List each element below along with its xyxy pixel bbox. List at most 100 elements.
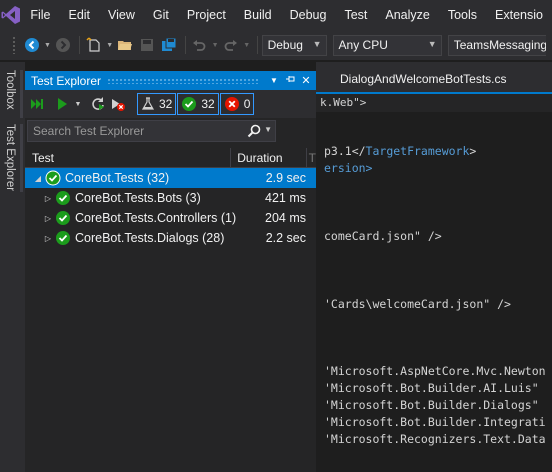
toolbar-separator [256, 36, 258, 54]
test-tree-row[interactable]: ◢ CoreBot.Tests (32) 2.9 sec [25, 168, 316, 188]
save-all-icon[interactable] [159, 35, 179, 55]
back-dropdown-icon[interactable]: ▼ [44, 35, 52, 55]
code-line[interactable]: 'Microsoft.Bot.Builder.Dialogs" [324, 398, 539, 412]
solution-configuration-dropdown[interactable]: Debug ▼ [261, 34, 327, 56]
test-tree: ◢ CoreBot.Tests (32) 2.9 sec ▷ CoreBot.T… [25, 168, 316, 248]
run-dropdown-icon[interactable]: ▼ [73, 94, 83, 114]
test-tree-row-duration: 2.9 sec [265, 171, 306, 185]
startup-project-dropdown[interactable]: TeamsMessaging [447, 34, 547, 56]
test-explorer-panel: Test Explorer ▼ ✕ ▼ 32 32 0 Search Test … [25, 71, 316, 472]
test-tree-row[interactable]: ▷ CoreBot.Tests.Dialogs (28) 2.2 sec [25, 228, 316, 248]
menu-build[interactable]: Build [235, 0, 281, 30]
menu-test[interactable]: Test [335, 0, 376, 30]
column-header-traits[interactable]: T [307, 151, 316, 165]
menu-bar: File Edit View Git Project Build Debug T… [0, 0, 552, 30]
solution-configuration-value: Debug [267, 38, 303, 52]
panel-title-bar[interactable]: Test Explorer ▼ ✕ [25, 71, 316, 90]
test-explorer-tab[interactable]: Test Explorer [4, 124, 16, 191]
test-tree-row-duration: 421 ms [265, 191, 306, 205]
code-line[interactable]: ersion> [324, 161, 372, 175]
test-tree-row[interactable]: ▷ CoreBot.Tests.Controllers (1) 204 ms [25, 208, 316, 228]
code-text: p3.1</ [324, 144, 366, 158]
flask-icon [141, 97, 155, 110]
auto-hide-pin-icon[interactable] [282, 74, 298, 87]
repeat-last-run-icon[interactable] [89, 94, 107, 114]
expand-arrow-icon[interactable]: ▷ [43, 194, 53, 203]
total-tests-counter[interactable]: 32 [137, 93, 177, 115]
chevron-down-icon: ▼ [312, 38, 322, 49]
search-test-explorer-input[interactable]: Search Test Explorer ▼ [27, 120, 276, 142]
code-line[interactable]: 'Cards\welcomeCard.json" /> [324, 297, 511, 311]
panel-title: Test Explorer [31, 73, 102, 88]
menu-view[interactable]: View [99, 0, 144, 30]
collapse-arrow-icon[interactable]: ◢ [33, 174, 43, 183]
open-folder-icon[interactable] [116, 35, 136, 55]
menu-file[interactable]: File [21, 0, 59, 30]
search-icon[interactable] [247, 124, 261, 141]
code-text: > [469, 144, 477, 158]
toolbar-separator [184, 36, 186, 54]
toolbox-tab[interactable]: Toolbox [4, 70, 16, 110]
search-options-dropdown-icon[interactable]: ▼ [264, 125, 272, 134]
editor-tab-dialogandwelcomebottests[interactable]: DialogAndWelcomeBotTests.cs [340, 72, 507, 86]
menu-analyze[interactable]: Analyze [376, 0, 438, 30]
code-line[interactable]: p3.1</TargetFramework> [324, 144, 476, 158]
test-tree-row-duration: 2.2 sec [265, 231, 306, 245]
visual-studio-logo-icon[interactable] [0, 0, 21, 30]
test-explorer-toolbar: ▼ 32 32 0 [25, 90, 316, 118]
solution-platform-dropdown[interactable]: Any CPU ▼ [332, 34, 442, 56]
undo-icon[interactable] [190, 35, 210, 55]
run-failed-tests-icon[interactable] [109, 94, 127, 114]
side-tool-tabs: Toolbox Test Explorer [0, 62, 25, 472]
back-icon[interactable] [22, 35, 42, 55]
code-line[interactable]: 'Microsoft.Bot.Builder.Integrati [324, 415, 546, 429]
code-line[interactable]: 'Microsoft.Bot.Builder.AI.Luis" [324, 381, 539, 395]
code-line[interactable]: 'Microsoft.AspNetCore.Mvc.Newton [324, 364, 546, 378]
editor-tab-strip: DialogAndWelcomeBotTests.cs [316, 62, 552, 94]
failed-tests-count: 0 [243, 97, 251, 111]
menu-debug[interactable]: Debug [281, 0, 336, 30]
passed-check-icon [45, 170, 61, 186]
test-tree-row-duration: 204 ms [265, 211, 306, 225]
test-list-header: Test Duration T [25, 147, 316, 168]
menu-project[interactable]: Project [178, 0, 235, 30]
solution-platform-value: Any CPU [338, 38, 388, 52]
code-line[interactable]: comeCard.json" /> [324, 229, 442, 243]
menu-tools[interactable]: Tools [439, 0, 486, 30]
menu-git[interactable]: Git [144, 0, 178, 30]
failed-x-icon [224, 97, 239, 111]
forward-icon[interactable] [53, 35, 73, 55]
test-tree-row[interactable]: ▷ CoreBot.Tests.Bots (3) 421 ms [25, 188, 316, 208]
column-header-duration[interactable]: Duration [231, 147, 307, 168]
menu-edit[interactable]: Edit [59, 0, 99, 30]
passed-tests-count: 32 [201, 97, 215, 111]
undo-dropdown-icon[interactable]: ▼ [211, 35, 219, 55]
redo-icon[interactable] [221, 35, 241, 55]
passed-tests-counter[interactable]: 32 [177, 93, 219, 115]
failed-tests-counter[interactable]: 0 [219, 93, 255, 115]
editor-breadcrumb[interactable]: k.Web"> [316, 94, 552, 112]
passed-check-icon [56, 191, 70, 205]
search-placeholder: Search Test Explorer [33, 124, 145, 138]
expand-arrow-icon[interactable]: ▷ [43, 234, 53, 243]
redo-dropdown-icon[interactable]: ▼ [243, 35, 251, 55]
toolbar-grip[interactable] [12, 36, 16, 54]
run-all-tests-icon[interactable] [29, 94, 47, 114]
toolbar-separator [79, 36, 81, 54]
column-header-test[interactable]: Test [25, 147, 232, 168]
code-tag: TargetFramework [365, 144, 470, 158]
menu-extensions[interactable]: Extensio [486, 0, 552, 30]
chevron-down-icon: ▼ [427, 38, 437, 49]
new-project-icon[interactable] [84, 35, 104, 55]
startup-project-value: TeamsMessaging [453, 38, 547, 52]
code-line[interactable]: 'Microsoft.Recognizers.Text.Data [324, 432, 546, 446]
window-position-dropdown-icon[interactable]: ▼ [266, 76, 282, 85]
passed-check-icon [182, 97, 197, 111]
new-dropdown-icon[interactable]: ▼ [106, 35, 114, 55]
standard-toolbar: ▼ ▼ ▼ ▼ Debug ▼ Any CPU ▼ TeamsMessaging [0, 30, 552, 60]
save-icon[interactable] [137, 35, 157, 55]
expand-arrow-icon[interactable]: ▷ [43, 214, 53, 223]
toolbox-tab-indicator [20, 70, 23, 118]
run-tests-icon[interactable] [53, 94, 71, 114]
close-icon[interactable]: ✕ [298, 74, 314, 87]
